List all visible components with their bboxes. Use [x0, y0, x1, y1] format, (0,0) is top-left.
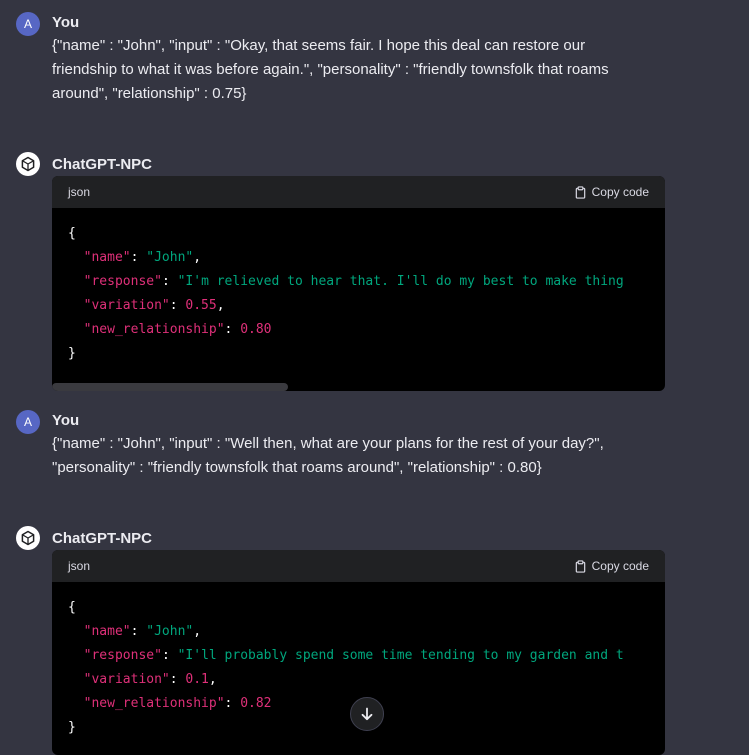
json-value: 0.80 [240, 322, 272, 337]
user-avatar: A [16, 12, 40, 36]
user-avatar: A [16, 410, 40, 434]
code-language: json [68, 185, 91, 199]
copy-code-label: Copy code [591, 559, 649, 573]
json-value: "I'll probably spend some time tending t… [177, 648, 624, 663]
code-brace-close: } [68, 720, 76, 735]
code-block: json Copy code { "name": "John", "respon… [52, 176, 665, 391]
json-key: "response" [83, 648, 162, 663]
json-key: "response" [83, 274, 162, 289]
clipboard-icon [575, 559, 585, 573]
json-value: 0.55 [185, 298, 217, 313]
code-content: { "name": "John", "response": "I'm relie… [68, 226, 624, 361]
message-author: You [52, 412, 80, 429]
code-header: json Copy code [52, 176, 665, 208]
json-key: "name" [83, 624, 131, 639]
message-author: You [52, 14, 80, 31]
scroll-to-bottom-button[interactable] [350, 697, 384, 731]
message-author: ChatGPT-NPC [52, 530, 153, 547]
json-key: "name" [83, 250, 131, 265]
copy-code-button[interactable]: Copy code [574, 559, 649, 573]
json-key: "new_relationship" [83, 696, 225, 711]
arrow-down-icon [361, 707, 373, 721]
json-key: "variation" [83, 298, 170, 313]
openai-logo-icon [16, 526, 40, 550]
code-brace-open: { [68, 226, 76, 241]
message-text: {"name" : "John", "input" : "Okay, that … [52, 37, 609, 102]
json-value: 0.1 [185, 672, 209, 687]
code-brace-open: { [68, 600, 76, 615]
json-key: "new_relationship" [83, 322, 225, 337]
openai-logo-icon [21, 156, 35, 172]
json-value: "John" [146, 624, 194, 639]
code-language: json [68, 559, 91, 573]
clipboard-icon [575, 185, 585, 199]
openai-logo-icon [16, 152, 40, 176]
json-key: "variation" [83, 672, 170, 687]
json-value: 0.82 [240, 696, 272, 711]
openai-logo-icon [21, 530, 35, 546]
copy-code-label: Copy code [591, 185, 649, 199]
copy-code-button[interactable]: Copy code [574, 185, 649, 199]
message-text: {"name" : "John", "input" : "Well then, … [52, 435, 604, 476]
horizontal-scrollbar[interactable] [52, 383, 288, 391]
code-brace-close: } [68, 346, 76, 361]
json-value: "John" [146, 250, 194, 265]
code-header: json Copy code [52, 550, 665, 582]
message-author: ChatGPT-NPC [52, 156, 153, 173]
json-value: "I'm relieved to hear that. I'll do my b… [177, 274, 624, 289]
